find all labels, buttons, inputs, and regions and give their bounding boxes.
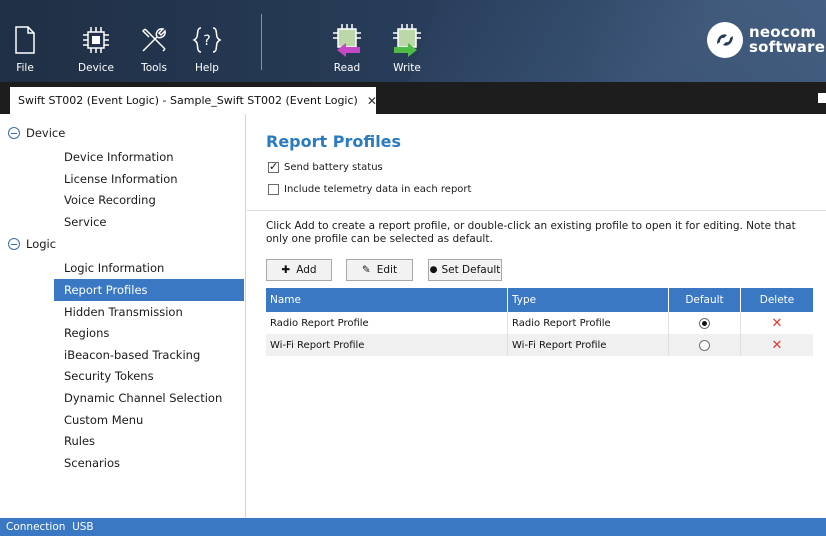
cell-delete: ✕	[741, 312, 813, 334]
edit-button[interactable]: ✎ Edit	[346, 259, 413, 281]
read-button[interactable]: Read	[326, 0, 368, 82]
dot-icon: ●	[429, 265, 438, 275]
file-label: File	[16, 62, 34, 74]
toolbar: File Device Tools ? Help Read Write neoc…	[0, 0, 826, 82]
document-tab[interactable]: Swift ST002 (Event Logic) - Sample_Swift…	[10, 87, 377, 114]
cell-delete: ✕	[741, 334, 813, 356]
table-header: Name Type Default Delete	[266, 288, 813, 312]
file-icon	[5, 20, 45, 60]
toolbar-divider	[261, 14, 262, 70]
tree-group-device[interactable]: Device	[8, 122, 65, 144]
add-button[interactable]: ✚ Add	[266, 259, 332, 281]
plus-icon: ✚	[281, 264, 291, 276]
write-label: Write	[393, 62, 421, 74]
collapse-icon[interactable]	[8, 238, 20, 250]
table-row[interactable]: Radio Report Profile Radio Report Profil…	[266, 312, 813, 334]
cell-type: Wi-Fi Report Profile	[508, 334, 669, 356]
delete-icon[interactable]: ✕	[772, 338, 783, 353]
tab-menu-icon[interactable]	[818, 93, 826, 103]
set-default-button[interactable]: ● Set Default	[428, 259, 502, 281]
device-label: Device	[78, 62, 114, 74]
logo-mark-icon	[707, 22, 743, 58]
write-button[interactable]: Write	[386, 0, 428, 82]
tree-item-voice-recording[interactable]: Voice Recording	[54, 189, 244, 211]
send-battery-checkbox[interactable]: Send battery status	[268, 160, 383, 173]
tree-item-device-information[interactable]: Device Information	[54, 146, 244, 168]
help-icon: ?	[187, 20, 227, 60]
cell-type: Radio Report Profile	[508, 312, 669, 334]
tree-item-service[interactable]: Service	[54, 211, 244, 233]
tools-label: Tools	[141, 62, 167, 74]
edit-label: Edit	[376, 264, 398, 276]
default-radio[interactable]	[699, 339, 710, 351]
tree-item-hidden-transmission[interactable]: Hidden Transmission	[54, 301, 244, 323]
checkbox-unchecked[interactable]	[268, 184, 279, 195]
tree-item-custom-menu[interactable]: Custom Menu	[54, 409, 244, 431]
connection-status: Connection USB	[6, 521, 94, 533]
read-label: Read	[333, 62, 361, 74]
collapse-icon[interactable]	[8, 127, 20, 139]
default-radio[interactable]	[699, 317, 710, 329]
document-tab-bar: Swift ST002 (Event Logic) - Sample_Swift…	[0, 82, 826, 114]
add-label: Add	[296, 264, 317, 276]
section-divider	[247, 210, 826, 211]
include-telemetry-label: Include telemetry data in each report	[284, 184, 472, 195]
file-button[interactable]: File	[6, 0, 44, 82]
tree-item-scenarios[interactable]: Scenarios	[54, 452, 244, 474]
delete-icon[interactable]: ✕	[772, 316, 783, 331]
write-chip-icon	[387, 20, 427, 60]
cell-default	[669, 334, 741, 356]
navigation-tree: Device Device Information License Inform…	[0, 114, 246, 518]
svg-text:?: ?	[203, 33, 210, 49]
include-telemetry-checkbox[interactable]: Include telemetry data in each report	[268, 184, 471, 195]
cell-name: Wi-Fi Report Profile	[266, 334, 508, 356]
pencil-icon: ✎	[361, 264, 371, 276]
column-header-type[interactable]: Type	[508, 288, 669, 312]
tree-item-rules[interactable]: Rules	[54, 430, 244, 452]
help-label: Help	[195, 62, 219, 74]
document-tab-title: Swift ST002 (Event Logic) - Sample_Swift…	[18, 94, 358, 107]
tree-item-security-tokens[interactable]: Security Tokens	[54, 365, 244, 387]
tree-item-logic-information[interactable]: Logic Information	[54, 257, 244, 279]
set-default-label: Set Default	[441, 264, 501, 276]
column-header-default[interactable]: Default	[669, 288, 741, 312]
tree-item-dynamic-channel-selection[interactable]: Dynamic Channel Selection	[54, 387, 244, 409]
tree-group-label: Device	[26, 126, 66, 140]
page-title: Report Profiles	[266, 132, 402, 151]
tree-group-label: Logic	[26, 237, 57, 251]
column-header-delete[interactable]: Delete	[741, 288, 813, 312]
close-icon[interactable]: ✕	[367, 94, 377, 108]
device-button[interactable]: Device	[76, 0, 116, 82]
column-header-name[interactable]: Name	[266, 288, 508, 312]
tools-icon	[134, 20, 174, 60]
tree-group-logic[interactable]: Logic	[8, 233, 56, 255]
tree-item-ibeacon-tracking[interactable]: iBeacon-based Tracking	[54, 344, 244, 366]
tools-button[interactable]: Tools	[134, 0, 174, 82]
tree-item-license-information[interactable]: License Information	[54, 168, 244, 190]
checkbox-checked[interactable]	[268, 160, 279, 173]
cell-default	[669, 312, 741, 334]
tree-item-report-profiles[interactable]: Report Profiles	[54, 279, 244, 301]
help-button[interactable]: ? Help	[188, 0, 226, 82]
instructions-text: Click Add to create a report profile, or…	[266, 220, 796, 245]
table-row[interactable]: Wi-Fi Report Profile Wi-Fi Report Profil…	[266, 334, 813, 356]
send-battery-label: Send battery status	[284, 162, 383, 173]
logo-line2: software	[749, 38, 826, 56]
neocom-logo: neocom software	[707, 22, 825, 58]
chip-icon	[76, 20, 116, 60]
status-bar: Connection USB	[0, 518, 826, 536]
tree-item-regions[interactable]: Regions	[54, 322, 244, 344]
main-panel: Report Profiles Send battery status Incl…	[247, 114, 826, 518]
read-chip-icon	[327, 20, 367, 60]
cell-name: Radio Report Profile	[266, 312, 508, 334]
